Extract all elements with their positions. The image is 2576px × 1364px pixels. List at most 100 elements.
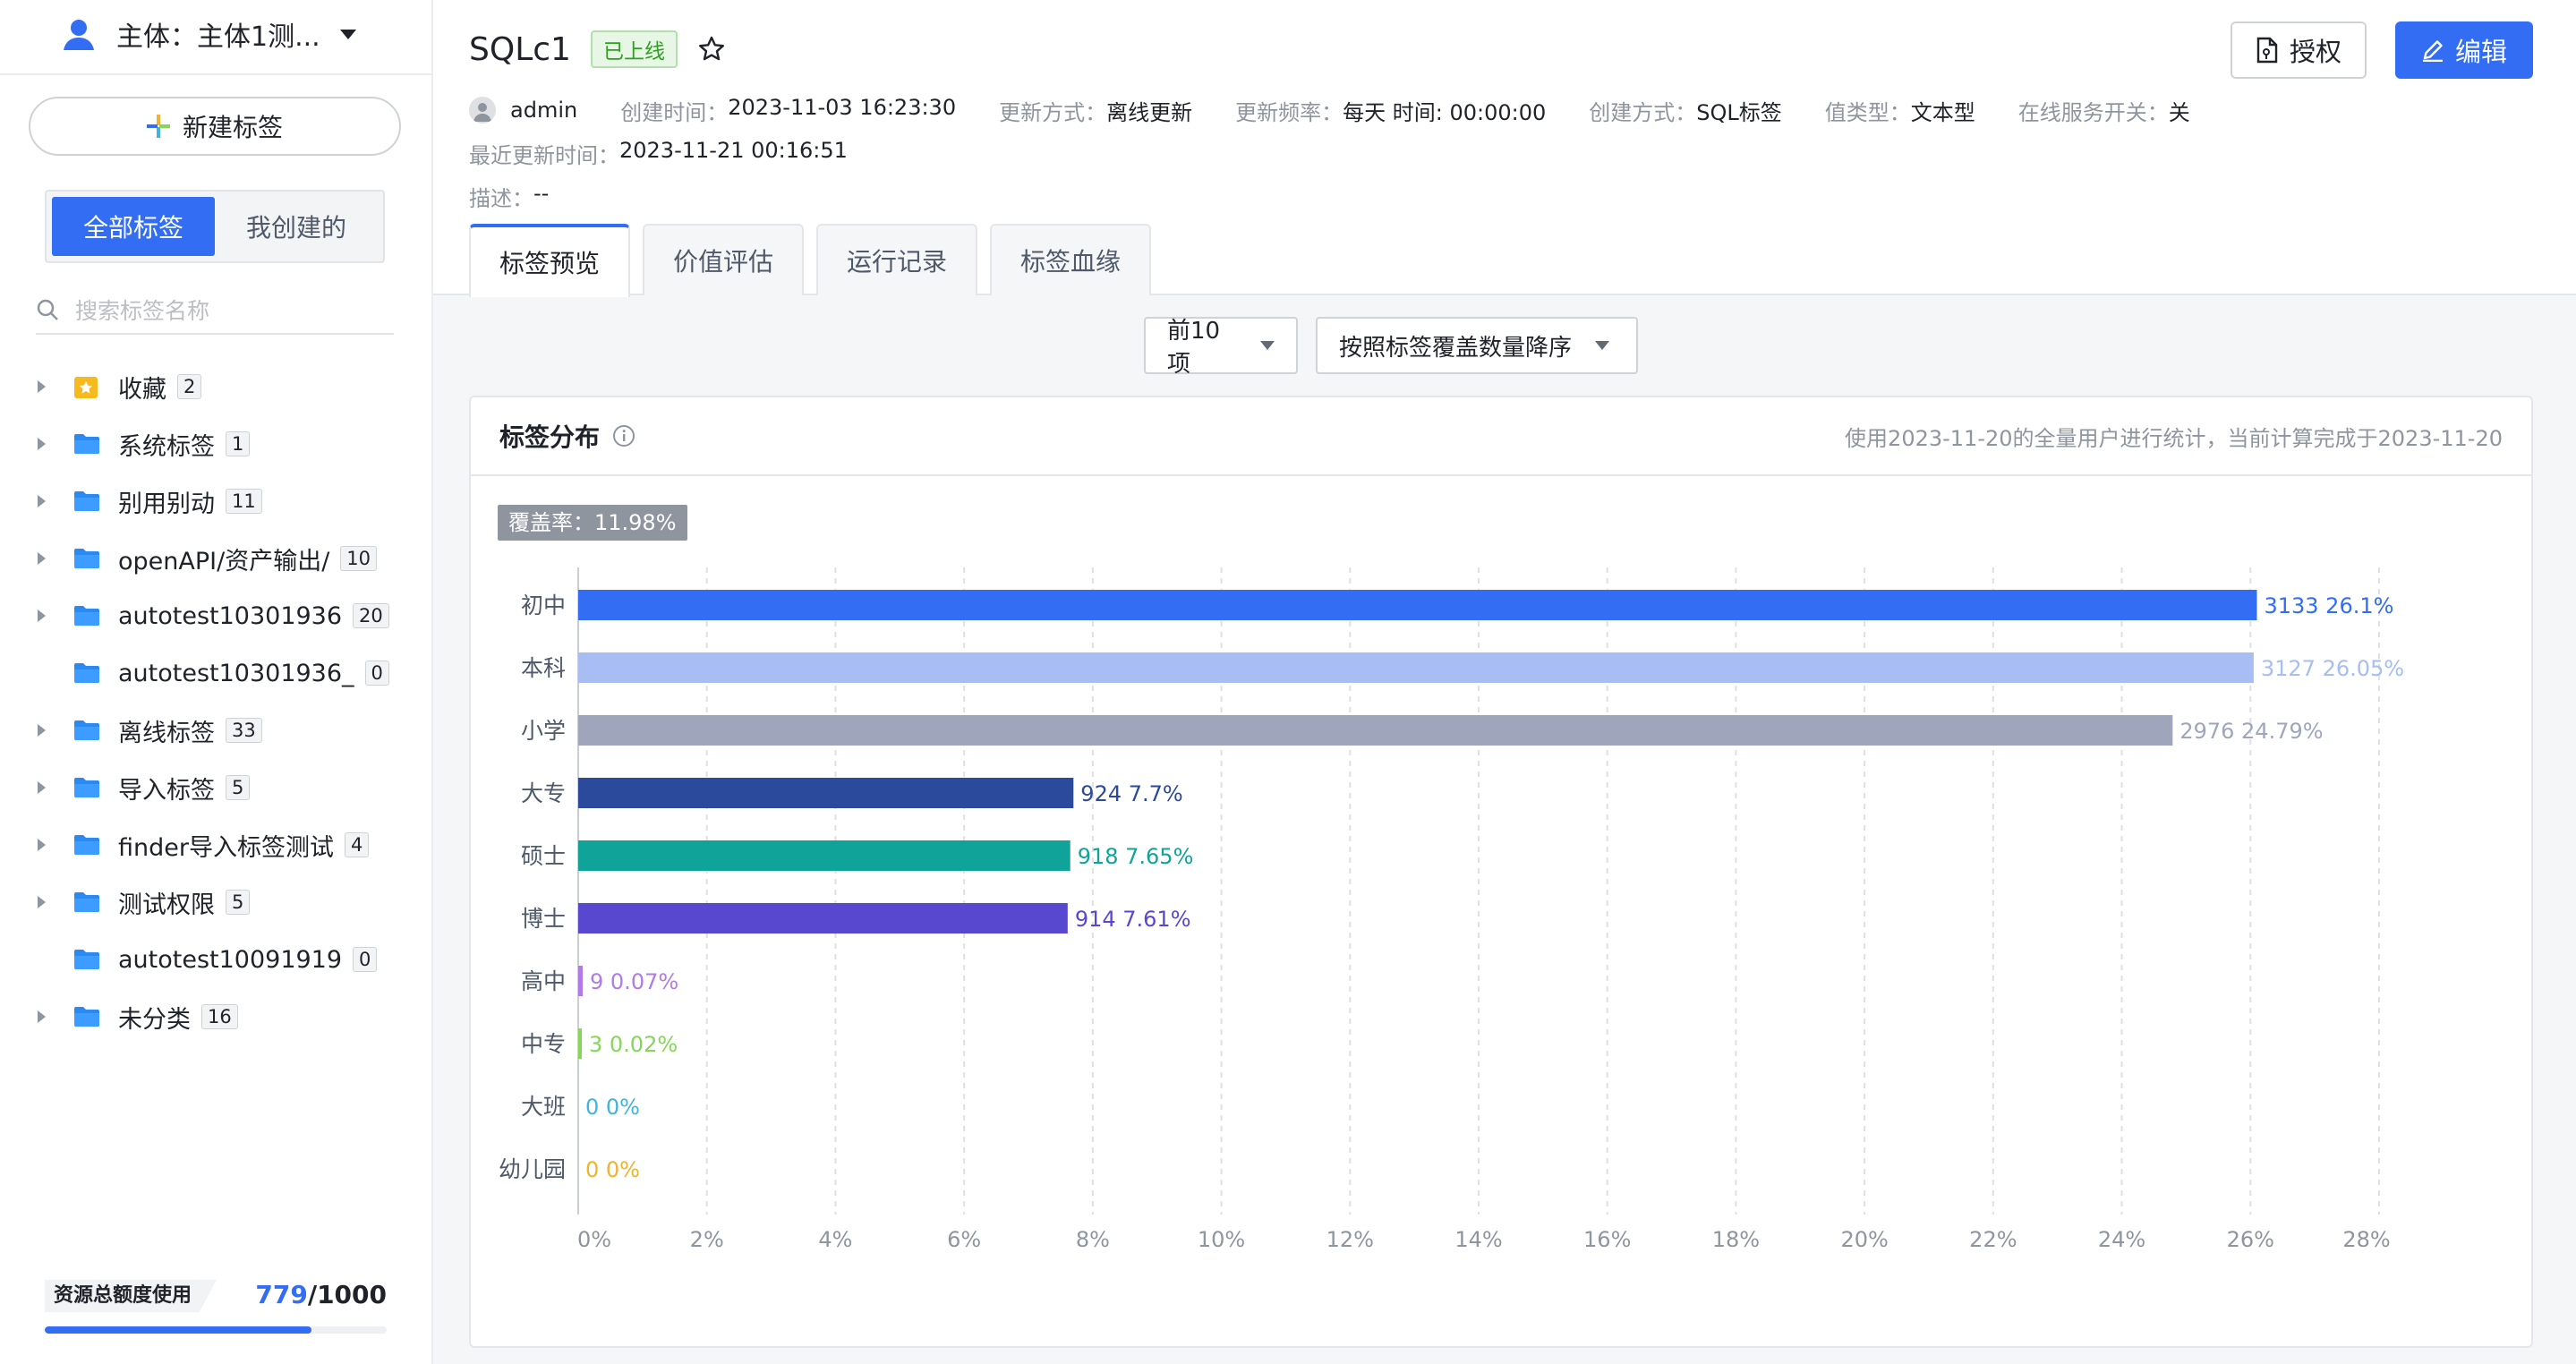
tree-item-label: 系统标签 (118, 432, 215, 461)
tab-tag-lineage[interactable]: 标签血缘 (990, 224, 1152, 295)
x-tick-label: 22% (1969, 1227, 2017, 1252)
chevron-right-icon[interactable] (32, 779, 50, 797)
search-placeholder: 搜索标签名称 (75, 298, 210, 324)
edit-label: 编辑 (2454, 37, 2507, 67)
tree-item[interactable]: openAPI/资产输出/10 (32, 530, 426, 587)
chevron-right-icon[interactable] (32, 836, 50, 854)
chevron-down-icon (1260, 341, 1275, 350)
tab-all-tags[interactable]: 全部标签 (52, 197, 215, 256)
star-icon[interactable] (697, 35, 726, 64)
tree-item-count: 11 (226, 489, 262, 514)
meta-value: -- (533, 181, 550, 206)
x-tick-label: 14% (1454, 1227, 1502, 1252)
folder-icon (73, 1006, 100, 1027)
search-input[interactable]: 搜索标签名称 (36, 286, 394, 335)
chevron-right-icon[interactable] (32, 550, 50, 567)
chevron-right-icon[interactable] (32, 607, 50, 625)
x-tick-label: 26% (2227, 1227, 2274, 1252)
chevron-right-icon[interactable] (32, 893, 50, 911)
tab-value-assessment[interactable]: 价值评估 (643, 224, 805, 295)
folder-icon (73, 891, 100, 913)
owner: admin (510, 98, 577, 123)
top-n-select[interactable]: 前10项 (1144, 317, 1298, 378)
sort-select[interactable]: 按照标签覆盖数量降序 (1316, 317, 1638, 374)
x-tick-label: 24% (2098, 1227, 2145, 1252)
tag-tree: 收藏 2 系统标签 1 别用别动 11 openAPI/资产输出/10 autotest103… (32, 358, 426, 1045)
tree-item-label: finder导入标签测试 (118, 833, 334, 862)
tag-header: SQLc1 已上线 授权 编辑 admin 创建时间： 2023-11-03 16… (433, 0, 2576, 297)
subject-selector[interactable]: 主体：主体1测... (59, 14, 356, 54)
tree-item-count: 0 (353, 947, 378, 972)
title-row: SQLc1 已上线 (469, 27, 726, 72)
tree-item[interactable]: autotest10091919 0 (32, 931, 426, 988)
tree-item[interactable]: 导入标签 5 (32, 759, 426, 816)
x-tick-label: 6% (947, 1227, 981, 1252)
x-tick-label: 20% (1840, 1227, 1888, 1252)
data-label: 914 7.61% (1075, 907, 1191, 932)
x-tick-label: 18% (1712, 1227, 1760, 1252)
quota-progress-bar (45, 1326, 387, 1334)
new-tag-label: 新建标签 (182, 113, 283, 142)
x-tick-label: 12% (1326, 1227, 1374, 1252)
search-icon (37, 299, 58, 320)
meta-last-update: 最近更新时间： 2023-11-21 00:16:51 (469, 138, 848, 169)
tree-item-count: 33 (226, 718, 262, 743)
chevron-down-icon (1595, 341, 1610, 350)
y-category-label: 博士 (521, 906, 566, 932)
tree-item[interactable]: 收藏 2 (32, 358, 426, 415)
user-icon (59, 14, 98, 54)
tree-item[interactable]: finder导入标签测试 4 (32, 816, 426, 874)
new-tag-button[interactable]: 新建标签 (29, 97, 401, 156)
chevron-right-icon[interactable] (32, 721, 50, 739)
tree-item-count: 20 (353, 603, 389, 628)
tab-run-records[interactable]: 运行记录 (816, 224, 978, 295)
data-label: 3 0.02% (589, 1032, 678, 1057)
tree-item[interactable]: 未分类 16 (32, 988, 426, 1045)
chevron-right-icon[interactable] (32, 378, 50, 396)
tree-item[interactable]: autotest10301936 20 (32, 587, 426, 644)
tree-item-count: 0 (364, 661, 389, 686)
tree-item-count: 2 (177, 374, 202, 399)
plus-icon (146, 115, 170, 138)
meta-key: 在线服务开关： (2017, 99, 2169, 125)
top-n-value: 前10项 (1167, 318, 1221, 378)
tree-item-count: 16 (201, 1004, 238, 1029)
tree-item[interactable]: 系统标签 1 (32, 415, 426, 473)
tree-item[interactable]: 离线标签 33 (32, 702, 426, 759)
bar (578, 715, 2173, 746)
meta-key: 更新方式： (999, 99, 1107, 125)
pencil-icon (2422, 40, 2443, 62)
meta-create-time: 创建时间： 2023-11-03 16:23:30 (620, 95, 956, 126)
folder-icon (73, 949, 100, 970)
tab-my-tags[interactable]: 我创建的 (215, 197, 378, 256)
tree-item[interactable]: autotest10301936_ 0 (32, 644, 426, 702)
meta-value: 2023-11-21 00:16:51 (619, 138, 848, 163)
y-category-label: 中专 (521, 1031, 566, 1057)
tree-item[interactable]: 测试权限 5 (32, 874, 426, 931)
edit-button[interactable]: 编辑 (2395, 21, 2533, 79)
tree-item-label: autotest10301936_ (118, 659, 354, 687)
y-category-label: 硕士 (521, 843, 566, 869)
tab-tag-preview[interactable]: 标签预览 (469, 224, 631, 297)
chevron-right-icon[interactable] (32, 435, 50, 453)
data-label: 0 0% (585, 1157, 640, 1182)
authorize-button[interactable]: 授权 (2231, 21, 2367, 79)
meta-value-type: 值类型： 文本型 (1825, 95, 1975, 126)
quota-progress-fill (45, 1326, 311, 1334)
bar (578, 778, 1074, 808)
bar (578, 1028, 582, 1059)
main-panel: SQLc1 已上线 授权 编辑 admin 创建时间： 2023-11-03 16… (433, 0, 2576, 1364)
data-label: 3133 26.1% (2264, 593, 2393, 618)
chevron-right-icon[interactable] (32, 492, 50, 510)
meta-value: 2023-11-03 16:23:30 (728, 94, 957, 120)
folder-icon (73, 433, 100, 455)
data-label: 918 7.65% (1078, 844, 1194, 869)
tree-item-label: 别用别动 (118, 490, 215, 518)
chevron-right-icon[interactable] (32, 1008, 50, 1026)
meta-create-mode: 创建方式： SQL标签 (1589, 95, 1782, 126)
meta-row: admin 创建时间： 2023-11-03 16:23:30 更新方式： 离线更新… (469, 95, 2233, 125)
meta-update-frequency: 更新频率： 每天 时间: 00:00:00 (1235, 95, 1546, 126)
tree-item-count: 4 (344, 832, 370, 857)
tree-item[interactable]: 别用别动 11 (32, 473, 426, 530)
y-category-label: 小学 (521, 718, 566, 744)
